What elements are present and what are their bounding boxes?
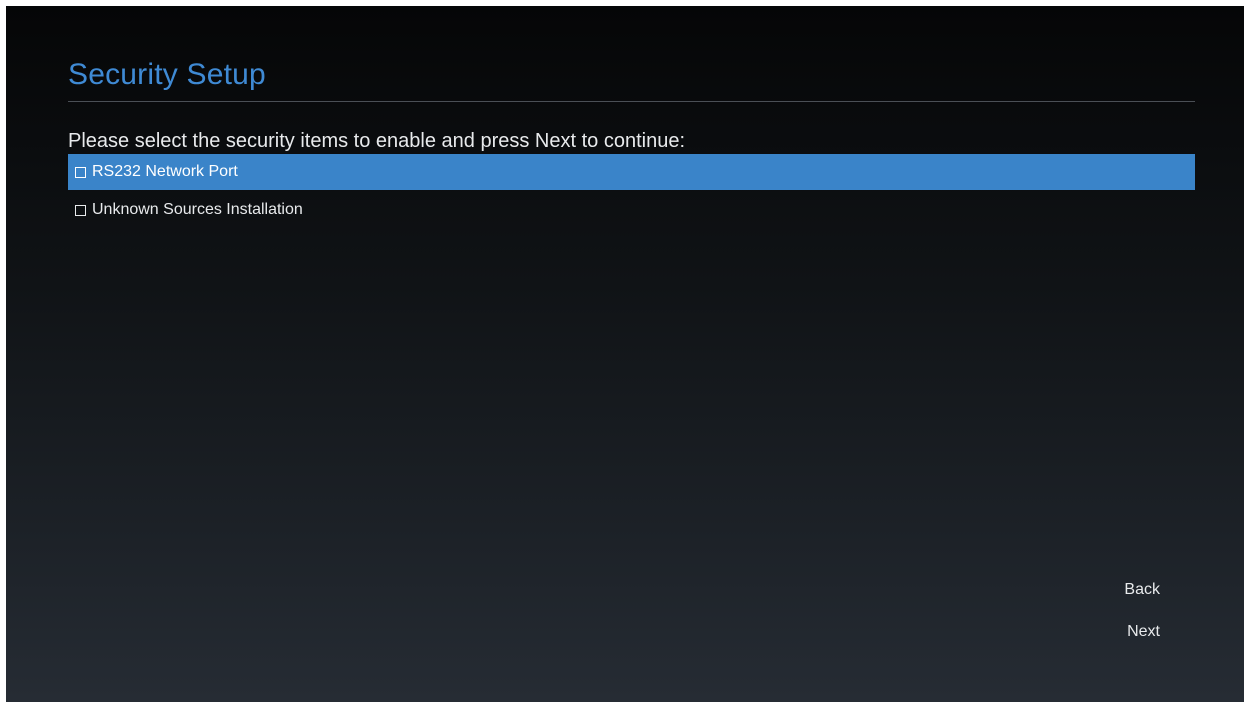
option-rs232-network-port[interactable]: RS232 Network Port: [68, 154, 1195, 190]
option-label: Unknown Sources Installation: [92, 201, 303, 218]
option-label: RS232 Network Port: [92, 163, 238, 180]
checkbox-icon[interactable]: [75, 204, 86, 216]
navigation-buttons: Back Next: [1124, 579, 1160, 663]
title-divider: [68, 101, 1195, 102]
page-title: Security Setup: [68, 58, 266, 91]
instructions-text: Please select the security items to enab…: [68, 130, 686, 152]
checkbox-icon[interactable]: [75, 166, 86, 178]
security-setup-screen: Security Setup Please select the securit…: [6, 6, 1244, 702]
back-button[interactable]: Back: [1124, 579, 1160, 601]
security-options-list: RS232 Network Port Unknown Sources Insta…: [68, 154, 1195, 230]
option-unknown-sources-installation[interactable]: Unknown Sources Installation: [68, 192, 1195, 228]
next-button[interactable]: Next: [1124, 621, 1160, 643]
